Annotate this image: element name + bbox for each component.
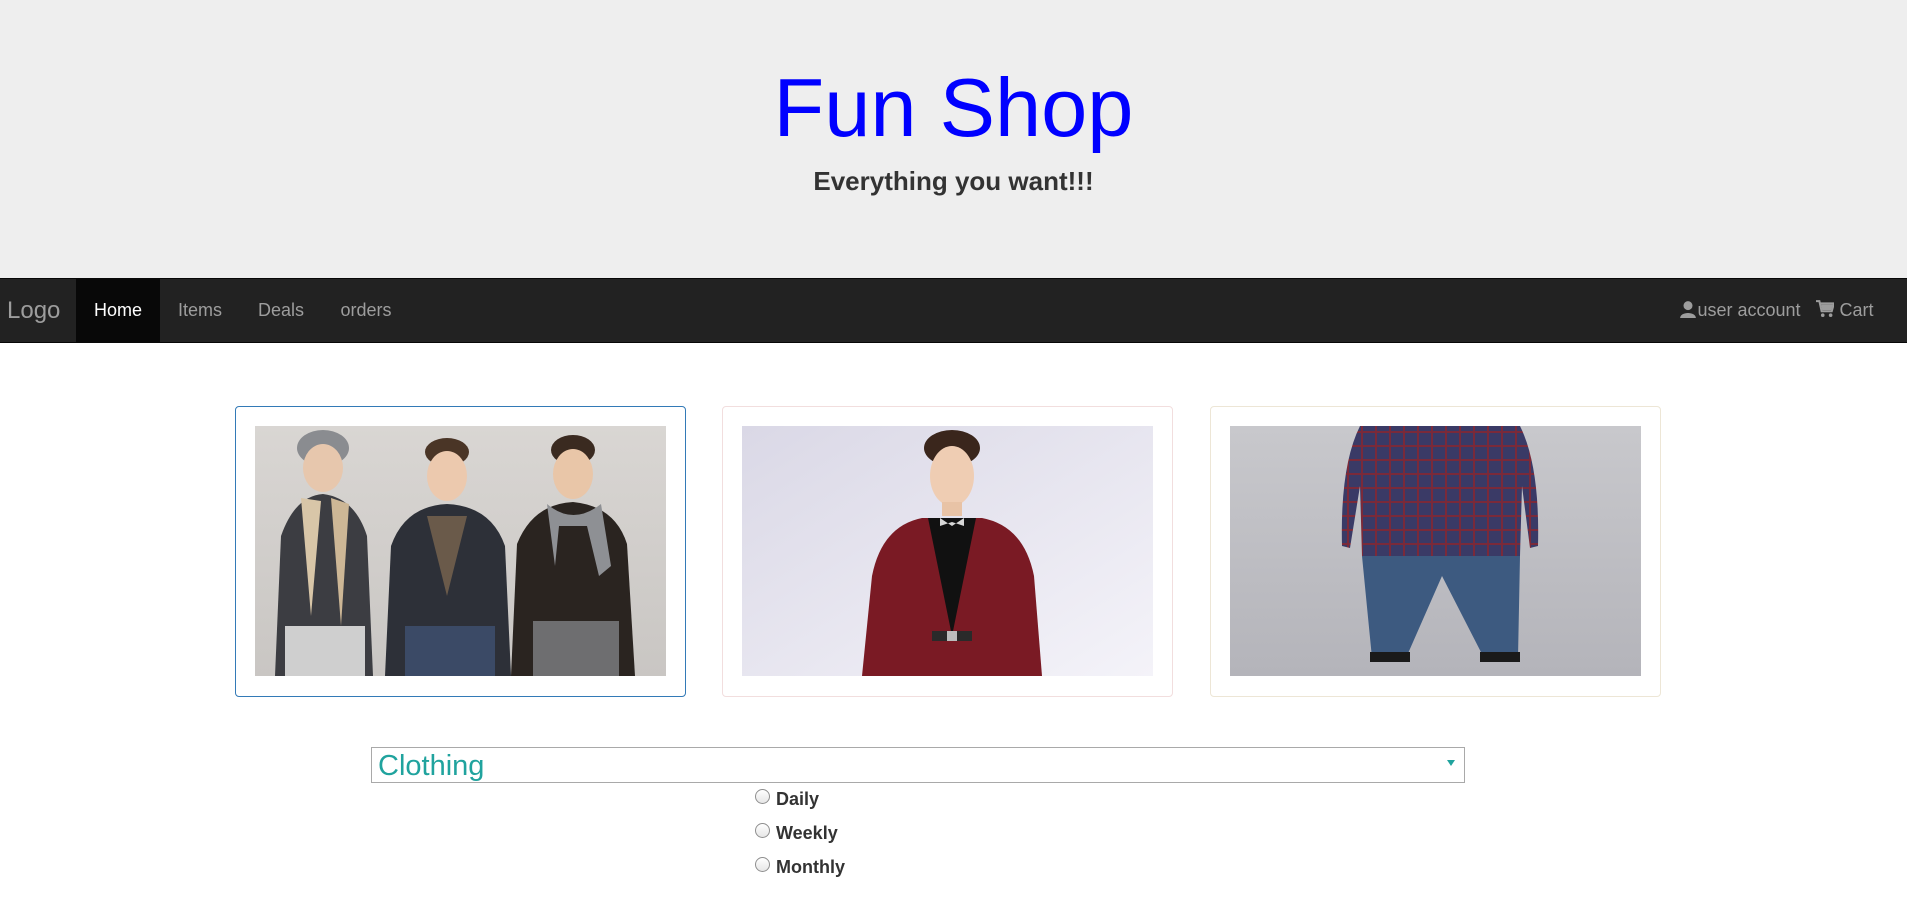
product-card-2[interactable] xyxy=(722,406,1173,697)
user-icon xyxy=(1680,301,1697,318)
product-card-1[interactable] xyxy=(235,406,686,697)
chevron-down-icon xyxy=(1447,760,1455,766)
radio-label-monthly: Monthly xyxy=(776,857,845,877)
site-title: Fun Shop xyxy=(773,61,1134,154)
radio-label-daily: Daily xyxy=(776,789,820,809)
nav-cart-label: Cart xyxy=(1839,300,1874,320)
radio-button-daily[interactable] xyxy=(755,789,770,804)
radio-button-weekly[interactable] xyxy=(755,823,770,838)
product-image-winter-group[interactable] xyxy=(255,426,666,676)
product-image-burgundy-suit[interactable] xyxy=(742,426,1153,676)
product-image-plaid-shirt[interactable] xyxy=(1230,426,1641,676)
nav-item-home[interactable]: Home xyxy=(76,279,160,342)
category-select-value: Clothing xyxy=(378,750,485,782)
nav-logo[interactable]: Logo xyxy=(7,279,60,342)
radio-button-monthly[interactable] xyxy=(755,857,770,872)
cart-icon xyxy=(1816,300,1835,317)
top-navbar: Logo Home Items Deals orders user accoun… xyxy=(0,278,1907,343)
category-select[interactable]: Clothing xyxy=(371,747,1465,783)
site-tagline: Everything you want!!! xyxy=(813,166,1094,196)
nav-item-deals[interactable]: Deals xyxy=(240,279,322,342)
header-banner: Fun Shop Everything you want!!! xyxy=(0,0,1907,278)
nav-item-orders[interactable]: orders xyxy=(322,279,410,342)
radio-label-weekly: Weekly xyxy=(776,823,838,843)
nav-item-items[interactable]: Items xyxy=(160,279,240,342)
nav-user-account-label: user account xyxy=(1697,300,1801,320)
nav-cart[interactable]: Cart xyxy=(1800,279,1890,342)
product-card-3[interactable] xyxy=(1210,406,1661,697)
